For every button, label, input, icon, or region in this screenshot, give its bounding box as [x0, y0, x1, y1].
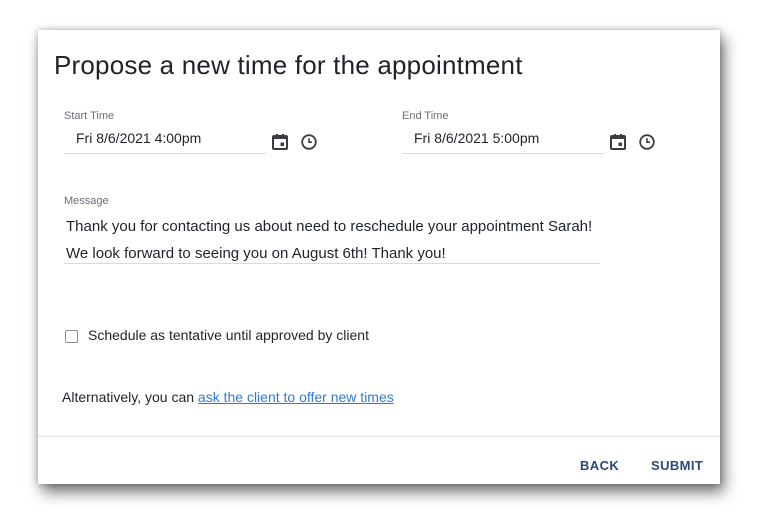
start-time-clock-icon[interactable] — [300, 133, 318, 151]
tentative-checkbox-label[interactable]: Schedule as tentative until approved by … — [88, 327, 369, 343]
start-time-input[interactable]: Fri 8/6/2021 4:00pm — [76, 130, 201, 146]
start-date-calendar-icon[interactable] — [271, 133, 289, 151]
propose-time-dialog: Propose a new time for the appointment S… — [38, 30, 720, 484]
footer-divider — [38, 436, 720, 437]
message-label: Message — [64, 195, 109, 207]
end-time-input[interactable]: Fri 8/6/2021 5:00pm — [414, 130, 539, 146]
back-button[interactable]: BACK — [580, 458, 619, 473]
end-date-calendar-icon[interactable] — [609, 133, 627, 151]
submit-button[interactable]: SUBMIT — [651, 458, 703, 473]
dialog-title: Propose a new time for the appointment — [54, 50, 523, 80]
message-textarea[interactable]: Thank you for contacting us about need t… — [66, 213, 606, 267]
end-time-underline — [402, 153, 604, 154]
ask-client-link[interactable]: ask the client to offer new times — [198, 389, 394, 405]
alternative-prefix: Alternatively, you can — [62, 389, 198, 405]
start-time-label: Start Time — [64, 110, 115, 122]
tentative-checkbox[interactable] — [65, 330, 78, 343]
end-time-label: End Time — [402, 110, 449, 122]
end-time-clock-icon[interactable] — [638, 133, 656, 151]
alternative-text: Alternatively, you can ask the client to… — [62, 389, 394, 405]
message-underline — [64, 263, 600, 264]
start-time-underline — [64, 153, 266, 154]
